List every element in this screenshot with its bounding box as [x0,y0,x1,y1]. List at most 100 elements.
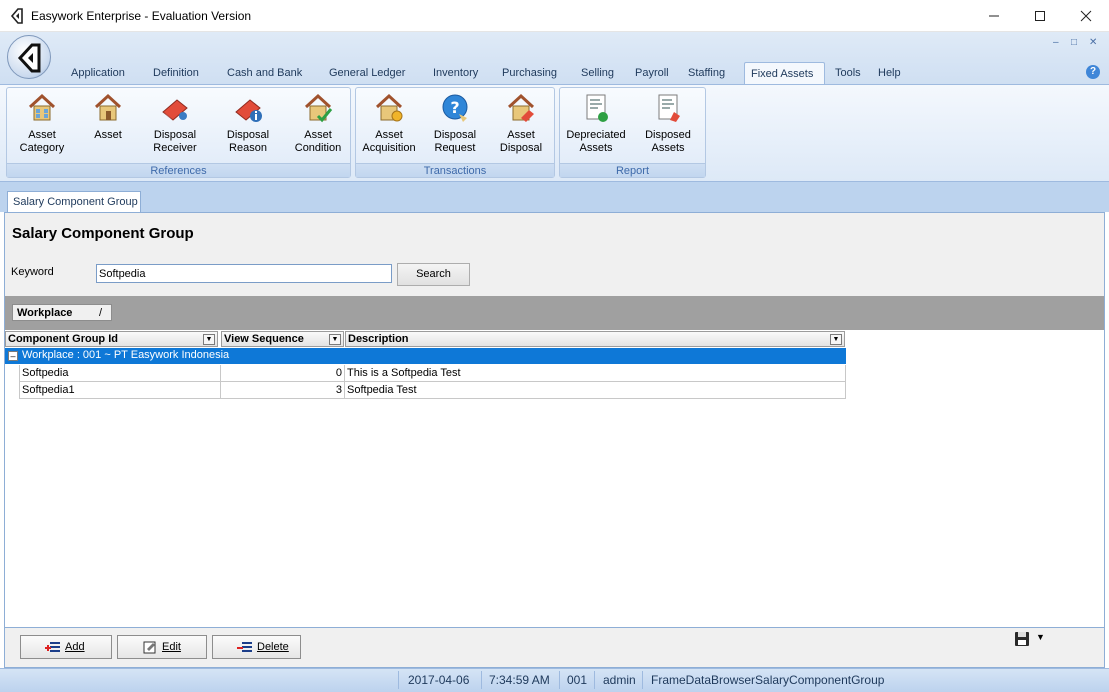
status-frame: FrameDataBrowserSalaryComponentGroup [651,673,885,687]
group-label: Transactions [356,163,554,177]
button-label: Disposal Reason [226,129,270,154]
delete-row-icon [237,642,252,652]
report-icon [586,94,608,122]
close-button[interactable] [1063,0,1109,31]
maximize-button[interactable] [1017,0,1063,31]
document-tab-strip [0,182,1109,212]
tab-purchasing[interactable]: Purchasing [496,62,563,84]
report-icon [658,94,680,122]
status-separator [594,671,595,689]
tab-payroll[interactable]: Payroll [629,62,675,84]
page-title: Salary Component Group [12,225,194,242]
row-indent [5,382,20,399]
cell-description[interactable]: Softpedia Test [345,382,846,399]
eraser-info-icon [235,99,262,122]
house-eraser-icon [507,93,535,122]
application-menu-button[interactable] [7,35,51,79]
status-separator [398,671,399,689]
cell-component-group-id[interactable]: Softpedia1 [20,382,221,399]
collapse-icon[interactable]: – [8,351,18,361]
app-logo-icon [10,8,23,24]
asset-condition-button[interactable]: Asset Condition [289,92,347,160]
disposed-assets-button[interactable]: Disposed Assets [638,92,698,160]
house-icon [94,93,122,121]
close-icon [1080,10,1092,21]
cell-description[interactable]: This is a Softpedia Test [345,365,846,382]
depreciated-assets-button[interactable]: Depreciated Assets [563,92,629,160]
maximize-icon [1035,10,1045,21]
disposal-receiver-button[interactable]: Disposal Receiver [146,92,204,160]
keyword-label: Keyword [11,266,54,278]
question-icon: ? [442,94,468,122]
save-icon[interactable] [1014,631,1030,647]
button-label: Asset Category [19,129,65,154]
table-row[interactable]: Softpedia 0 This is a Softpedia Test [5,365,846,382]
status-time: 7:34:59 AM [489,673,550,687]
button-label: Depreciated Assets [566,129,626,154]
column-label: Component Group Id [8,333,118,345]
tab-staffing[interactable]: Staffing [682,62,731,84]
table-row[interactable]: Softpedia1 3 Softpedia Test [5,382,846,399]
status-separator [481,671,482,689]
tab-definition[interactable]: Definition [147,62,205,84]
house-check-icon [304,93,333,123]
tab-application[interactable]: Application [65,62,131,84]
button-label: Edit [162,641,181,653]
disposal-request-button[interactable]: ? Disposal Request [426,92,484,160]
filter-dropdown-icon[interactable]: ▼ [830,334,842,345]
edit-button[interactable]: Edit [117,635,207,659]
document-tab-salary-component-group[interactable]: Salary Component Group [7,191,141,213]
asset-button[interactable]: Asset [84,92,132,160]
sort-indicator: / [99,307,103,319]
house-grid-icon [28,93,56,121]
add-button[interactable]: Add [20,635,112,659]
tab-inventory[interactable]: Inventory [427,62,484,84]
filter-dropdown-icon[interactable]: ▼ [329,334,341,345]
minimize-button[interactable] [971,0,1017,31]
group-by-chip-workplace[interactable]: Workplace / [12,304,112,321]
delete-button[interactable]: Delete [212,635,301,659]
keyword-input[interactable] [96,264,392,283]
tab-selling[interactable]: Selling [575,62,620,84]
asset-category-button[interactable]: Asset Category [13,92,71,160]
group-row[interactable]: – Workplace : 001 ~ PT Easywork Indonesi… [5,348,846,364]
button-label: Disposal Receiver [153,129,197,154]
help-icon[interactable]: ? [1086,65,1100,79]
cell-view-sequence[interactable]: 3 [221,382,345,399]
mdi-close-icon[interactable]: ✕ [1089,37,1097,48]
status-bar [0,668,1109,692]
disposal-reason-button[interactable]: Disposal Reason [219,92,277,160]
asset-acquisition-button[interactable]: Asset Acquisition [360,92,418,160]
asset-disposal-button[interactable]: Asset Disposal [492,92,550,160]
button-label: Asset Acquisition [362,129,416,154]
eraser-person-icon [162,99,188,121]
filter-dropdown-icon[interactable]: ▼ [203,334,215,345]
search-button[interactable]: Search [397,263,470,286]
tab-cash-and-bank[interactable]: Cash and Bank [221,62,308,84]
button-label: Delete [257,641,289,653]
column-header-component-group-id[interactable]: Component Group Id ▼ [5,331,218,347]
svg-text:?: ? [450,98,459,117]
window-title: Easywork Enterprise - Evaluation Version [31,9,252,23]
tab-tools[interactable]: Tools [829,62,867,84]
group-label: References [7,163,350,177]
cell-component-group-id[interactable]: Softpedia [20,365,221,382]
chevron-down-icon[interactable]: ▼ [1036,632,1045,642]
cell-view-sequence[interactable]: 0 [221,365,345,382]
tab-fixed-assets[interactable]: Fixed Assets [744,62,825,84]
edit-icon [143,641,156,654]
mdi-minimize-icon[interactable]: – [1053,37,1059,48]
column-header-description[interactable]: Description ▼ [345,331,845,347]
tab-help[interactable]: Help [872,62,907,84]
minimize-icon [989,15,999,16]
group-row-label: Workplace : 001 ~ PT Easywork Indonesia [22,349,230,361]
column-header-view-sequence[interactable]: View Sequence ▼ [221,331,344,347]
house-money-icon [375,93,403,122]
button-label: Asset Condition [294,129,342,154]
button-label: Asset [94,129,122,141]
column-label: View Sequence [224,333,304,345]
group-by-panel [5,296,1104,330]
tab-general-ledger[interactable]: General Ledger [323,62,411,84]
title-bar: Easywork Enterprise - Evaluation Version [0,0,1109,32]
mdi-restore-icon[interactable]: □ [1071,37,1077,48]
